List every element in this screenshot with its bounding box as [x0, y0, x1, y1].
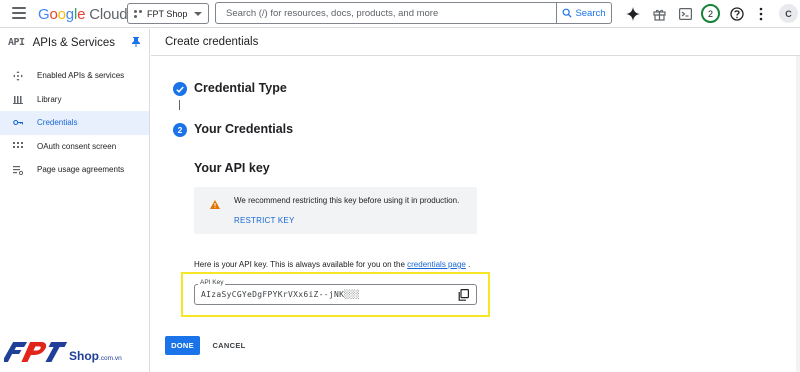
gift-icon[interactable] — [650, 5, 668, 23]
info-text-suffix: . — [465, 260, 471, 269]
done-button[interactable]: DONE — [165, 336, 200, 355]
cloud-shell-icon[interactable] — [676, 5, 694, 23]
key-icon — [13, 118, 23, 128]
step-number-badge: 2 — [173, 123, 187, 137]
notifications-badge[interactable]: 2 — [701, 4, 720, 23]
sidebar-header: API APIs & Services — [0, 29, 149, 56]
api-key-heading: Your API key — [194, 161, 270, 175]
sidebar-item-label: Enabled APIs & services — [37, 71, 125, 81]
step-your-credentials: Your Credentials — [194, 122, 294, 136]
oauth-icon — [13, 141, 23, 151]
avatar[interactable]: C — [779, 4, 798, 23]
sidebar-item-page-usage[interactable]: Page usage agreements — [0, 158, 149, 182]
scrollbar[interactable] — [796, 56, 800, 372]
chevron-down-icon — [194, 11, 202, 16]
warning-icon — [210, 200, 220, 209]
top-bar: Google Cloud FPT Shop Search 2 C — [0, 0, 800, 28]
menu-icon[interactable] — [12, 7, 26, 19]
sidebar-item-label: Credentials — [37, 118, 78, 128]
restrict-key-link[interactable]: RESTRICT KEY — [234, 216, 295, 225]
sidebar-item-label: Library — [37, 94, 62, 104]
pin-icon[interactable] — [132, 37, 140, 47]
more-vert-icon[interactable] — [752, 5, 770, 23]
copy-icon[interactable] — [458, 289, 469, 301]
search-button[interactable]: Search — [556, 3, 611, 23]
help-icon[interactable] — [728, 5, 746, 23]
diamond-icon — [13, 70, 23, 81]
project-picker[interactable]: FPT Shop — [127, 3, 209, 24]
credentials-page-link[interactable]: credentials page — [407, 260, 466, 269]
search-bar: Search — [215, 2, 612, 24]
logo-cloud-text: Cloud — [89, 6, 128, 23]
warning-banner: We recommend restricting this key before… — [194, 187, 477, 234]
sidebar-item-label: Page usage agreements — [37, 165, 125, 175]
sidebar-item-oauth[interactable]: OAuth consent screen — [0, 135, 149, 159]
sidebar-item-library[interactable]: Library — [0, 88, 149, 112]
search-input[interactable] — [216, 3, 556, 23]
library-icon — [13, 94, 23, 105]
project-icon — [134, 9, 142, 18]
settings-list-icon — [13, 165, 23, 175]
step-connector — [179, 100, 180, 110]
api-key-info-text: Here is your API key. This is always ava… — [194, 260, 470, 269]
sidebar-item-credentials[interactable]: Credentials — [0, 111, 149, 135]
warning-text: We recommend restricting this key before… — [234, 196, 460, 205]
logo-google-text: Google — [38, 6, 86, 23]
api-key-field[interactable]: AIzaSyCGYeDgFPYKrVXx6iZ--jNK░░░ — [194, 284, 477, 305]
svg-text:.com.vn: .com.vn — [99, 355, 122, 362]
cancel-button[interactable]: CANCEL — [207, 336, 251, 355]
project-name: FPT Shop — [147, 8, 188, 19]
google-cloud-logo[interactable]: Google Cloud — [38, 6, 128, 23]
sidebar: API APIs & Services Enabled APIs & servi… — [0, 29, 150, 372]
api-key-value[interactable]: AIzaSyCGYeDgFPYKrVXx6iZ--jNK░░░ — [201, 290, 360, 299]
step-credential-type[interactable]: Credential Type — [194, 81, 287, 95]
check-circle-icon — [173, 82, 187, 96]
page-title: Create credentials — [151, 29, 800, 56]
api-badge-icon: API — [8, 37, 25, 48]
sidebar-title: APIs & Services — [32, 36, 116, 49]
info-text-prefix: Here is your API key. This is always ava… — [194, 260, 408, 269]
api-key-label: API Key — [198, 279, 226, 286]
sidebar-item-enabled-apis[interactable]: Enabled APIs & services — [0, 64, 149, 88]
sidebar-item-label: OAuth consent screen — [37, 141, 117, 151]
gemini-sparkle-icon[interactable] — [624, 5, 642, 23]
svg-text:Shop: Shop — [69, 349, 99, 363]
fpt-shop-watermark-logo: Shop .com.vn — [4, 342, 122, 363]
search-button-label: Search — [575, 7, 606, 19]
search-icon — [563, 8, 573, 18]
